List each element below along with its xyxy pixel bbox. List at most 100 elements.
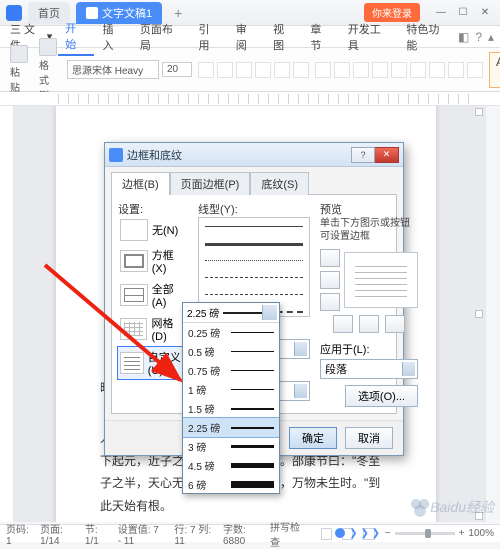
menu-insert[interactable]: 插入 bbox=[96, 19, 131, 55]
border-top-button[interactable] bbox=[320, 249, 340, 267]
setting-custom[interactable]: 自定义(U) bbox=[118, 347, 190, 379]
menu-view[interactable]: 视图 bbox=[266, 19, 301, 55]
width-option[interactable]: 2.25 磅 bbox=[183, 418, 279, 437]
setting-box[interactable]: 方框(X) bbox=[118, 245, 190, 277]
width-option[interactable]: 6 磅 bbox=[183, 475, 279, 493]
style-normal[interactable]: AaBbCc正文 bbox=[489, 52, 500, 88]
width-option[interactable]: 3 磅 bbox=[183, 437, 279, 456]
width-option[interactable]: 1 磅 bbox=[183, 380, 279, 399]
help-icon[interactable]: ? bbox=[475, 30, 482, 44]
align-right-button[interactable] bbox=[429, 62, 445, 78]
indent-inc-button[interactable] bbox=[372, 62, 388, 78]
width-option[interactable]: 0.5 磅 bbox=[183, 342, 279, 361]
status-rowcol: 行: 7 列: 11 bbox=[174, 521, 213, 547]
italic-button[interactable] bbox=[217, 62, 233, 78]
underline-button[interactable] bbox=[236, 62, 252, 78]
collapse-ribbon-icon[interactable]: ▴ bbox=[488, 30, 494, 44]
width-selected-label: 2.25 磅 bbox=[187, 305, 219, 320]
apply-to-combo[interactable]: 段落 bbox=[320, 359, 418, 379]
dialog-close-icon[interactable]: ✕ bbox=[375, 147, 399, 163]
width-option[interactable]: 1.5 磅 bbox=[183, 399, 279, 418]
border-middle-button[interactable] bbox=[320, 271, 340, 289]
zoom-out-icon[interactable]: − bbox=[385, 528, 391, 539]
window-minimize-icon[interactable]: — bbox=[432, 6, 450, 20]
none-icon bbox=[120, 219, 148, 241]
status-position: 设置值: 7 - 11 bbox=[118, 521, 165, 547]
dialog-title: 边框和底纹 bbox=[127, 147, 182, 163]
dialog-help-icon[interactable]: ? bbox=[351, 147, 375, 163]
zoom-value[interactable]: 100% bbox=[468, 528, 494, 539]
status-pages[interactable]: 页面: 1/14 bbox=[40, 521, 75, 547]
setting-all[interactable]: 全部(A) bbox=[118, 279, 190, 311]
bullets-button[interactable] bbox=[315, 62, 331, 78]
tab-shading[interactable]: 底纹(S) bbox=[250, 172, 309, 195]
ok-button[interactable]: 确定 bbox=[289, 427, 337, 449]
width-option[interactable]: 0.75 磅 bbox=[183, 361, 279, 380]
status-wordcount[interactable]: 字数: 6880 bbox=[223, 521, 260, 547]
window-close-icon[interactable]: ✕ bbox=[476, 6, 494, 20]
numbering-button[interactable] bbox=[334, 62, 350, 78]
page-nav bbox=[474, 108, 484, 520]
menu-features[interactable]: 特色功能 bbox=[399, 19, 456, 55]
status-spellcheck[interactable]: 拼写检查 bbox=[270, 519, 301, 549]
menu-section[interactable]: 章节 bbox=[303, 19, 338, 55]
align-left-button[interactable] bbox=[391, 62, 407, 78]
menu-references[interactable]: 引用 bbox=[191, 19, 226, 55]
align-center-button[interactable] bbox=[410, 62, 426, 78]
width-dropdown-selected[interactable]: 2.25 磅 bbox=[183, 303, 279, 323]
status-page[interactable]: 页码: 1 bbox=[6, 521, 30, 547]
menu-review[interactable]: 审阅 bbox=[229, 19, 264, 55]
bold-button[interactable] bbox=[198, 62, 214, 78]
indent-dec-button[interactable] bbox=[353, 62, 369, 78]
menu-start[interactable]: 开始 bbox=[58, 18, 93, 56]
nav-down-icon[interactable] bbox=[475, 512, 483, 520]
menu-dev-tools[interactable]: 开发工具 bbox=[341, 19, 398, 55]
font-color-button[interactable] bbox=[293, 62, 309, 78]
app-logo-icon bbox=[6, 5, 22, 21]
border-vmid-button[interactable] bbox=[359, 315, 379, 333]
preview-canvas[interactable] bbox=[344, 252, 418, 308]
border-bottom-button[interactable] bbox=[320, 293, 340, 311]
status-section: 节: 1/1 bbox=[85, 521, 108, 547]
setting-list: 无(N) 方框(X) 全部(A) 网格(D) 自定义(U) bbox=[118, 217, 190, 379]
paste-label: 粘贴 bbox=[10, 64, 28, 94]
grid-icon bbox=[120, 318, 147, 340]
window-maximize-icon[interactable]: ☐ bbox=[454, 6, 472, 20]
highlight-button[interactable] bbox=[274, 62, 290, 78]
line-spacing-button[interactable] bbox=[448, 62, 464, 78]
cancel-button[interactable]: 取消 bbox=[345, 427, 393, 449]
font-size-select[interactable]: 20 bbox=[162, 62, 192, 77]
view-print-icon[interactable] bbox=[321, 528, 332, 540]
horizontal-ruler[interactable] bbox=[0, 92, 500, 106]
font-name-select[interactable]: 思源宋体 Heavy bbox=[67, 60, 159, 79]
custom-icon bbox=[120, 352, 144, 374]
dialog-titlebar[interactable]: 边框和底纹 ? ✕ bbox=[105, 143, 403, 167]
zoom-in-icon[interactable]: + bbox=[459, 528, 465, 539]
brush-icon bbox=[39, 38, 57, 56]
setting-none[interactable]: 无(N) bbox=[118, 217, 190, 243]
border-left-button[interactable] bbox=[333, 315, 353, 333]
nav-up-icon[interactable] bbox=[475, 108, 483, 116]
skin-icon[interactable]: ◧ bbox=[458, 30, 469, 44]
paste-button[interactable]: 粘贴 bbox=[6, 43, 32, 96]
assist-tray[interactable]: ❯ ❯ ❯ bbox=[335, 526, 380, 540]
options-button[interactable]: 选项(O)... bbox=[345, 385, 418, 407]
menu-page-layout[interactable]: 页面布局 bbox=[133, 19, 190, 55]
border-right-button[interactable] bbox=[385, 315, 405, 333]
tab-border[interactable]: 边框(B) bbox=[111, 172, 170, 195]
setting-grid[interactable]: 网格(D) bbox=[118, 313, 190, 345]
width-option[interactable]: 4.5 磅 bbox=[183, 456, 279, 475]
nav-marker-icon[interactable] bbox=[475, 310, 483, 318]
zoom-slider[interactable] bbox=[395, 532, 455, 535]
width-option[interactable]: 0.25 磅 bbox=[183, 323, 279, 342]
statusbar: 页码: 1 页面: 1/14 节: 1/1 设置值: 7 - 11 行: 7 列… bbox=[0, 524, 500, 542]
paste-icon bbox=[10, 45, 28, 63]
strike-button[interactable] bbox=[255, 62, 271, 78]
tab-page-border[interactable]: 页面边框(P) bbox=[170, 172, 251, 195]
borders-button[interactable] bbox=[467, 62, 483, 78]
vertical-ruler[interactable] bbox=[0, 106, 14, 522]
apply-label: 应用于(L): bbox=[320, 341, 370, 357]
zoom-control[interactable]: − + 100% bbox=[385, 528, 494, 539]
linestyle-label: 线型(Y): bbox=[198, 201, 310, 217]
assist-icon bbox=[335, 528, 345, 538]
